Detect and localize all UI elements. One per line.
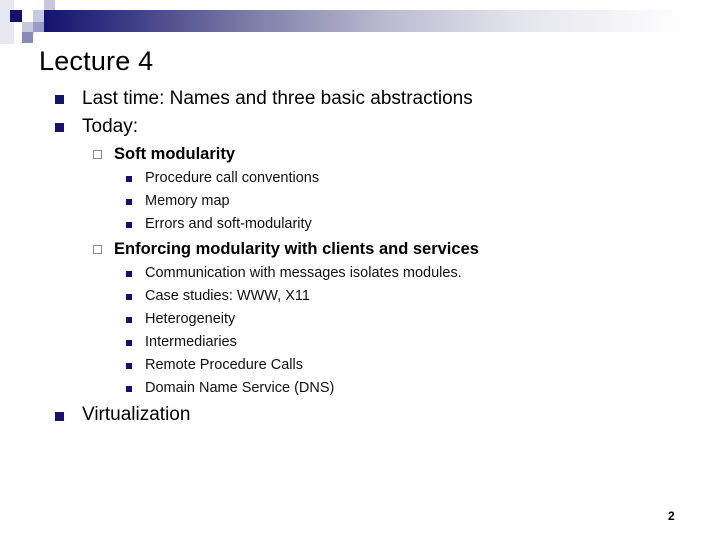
bullet-soft-modularity: Soft modularity — [114, 145, 236, 163]
sub-bullet: Communication with messages isolates mod… — [145, 265, 462, 281]
deco-square — [10, 10, 22, 22]
small-square-icon — [126, 222, 132, 228]
deco-square — [33, 22, 44, 32]
small-square-icon — [126, 386, 132, 392]
bullet-today: Today: — [82, 116, 138, 137]
small-square-icon — [126, 317, 132, 323]
small-square-icon — [126, 176, 132, 182]
deco-square — [0, 0, 14, 44]
slide-title: Lecture 4 — [39, 46, 154, 76]
small-square-icon — [126, 340, 132, 346]
sub-bullet: Case studies: WWW, X11 — [145, 288, 310, 304]
header-gradient-band — [44, 10, 720, 32]
small-square-icon — [126, 363, 132, 369]
bullet-virtualization: Virtualization — [82, 404, 191, 425]
sub-bullet: Domain Name Service (DNS) — [145, 380, 335, 396]
deco-square — [33, 10, 44, 22]
filled-square-icon — [55, 95, 64, 104]
small-square-icon — [126, 271, 132, 277]
hollow-square-icon — [93, 150, 102, 159]
filled-square-icon — [55, 412, 64, 421]
sub-bullet: Remote Procedure Calls — [145, 357, 303, 373]
deco-square — [22, 32, 33, 43]
sub-bullet: Intermediaries — [145, 334, 237, 350]
bullet-last-time: Last time: Names and three basic abstrac… — [82, 88, 473, 109]
sub-bullet: Procedure call conventions — [145, 170, 320, 186]
small-square-icon — [126, 294, 132, 300]
sub-bullet: Memory map — [145, 193, 230, 209]
small-square-icon — [126, 199, 132, 205]
hollow-square-icon — [93, 245, 102, 254]
bullet-enforcing-modularity: Enforcing modularity with clients and se… — [114, 240, 479, 258]
filled-square-icon — [55, 123, 64, 132]
sub-bullet: Errors and soft-modularity — [145, 216, 312, 232]
sub-bullet: Heterogeneity — [145, 311, 236, 327]
page-number: 2 — [668, 509, 675, 523]
deco-square — [44, 0, 55, 10]
